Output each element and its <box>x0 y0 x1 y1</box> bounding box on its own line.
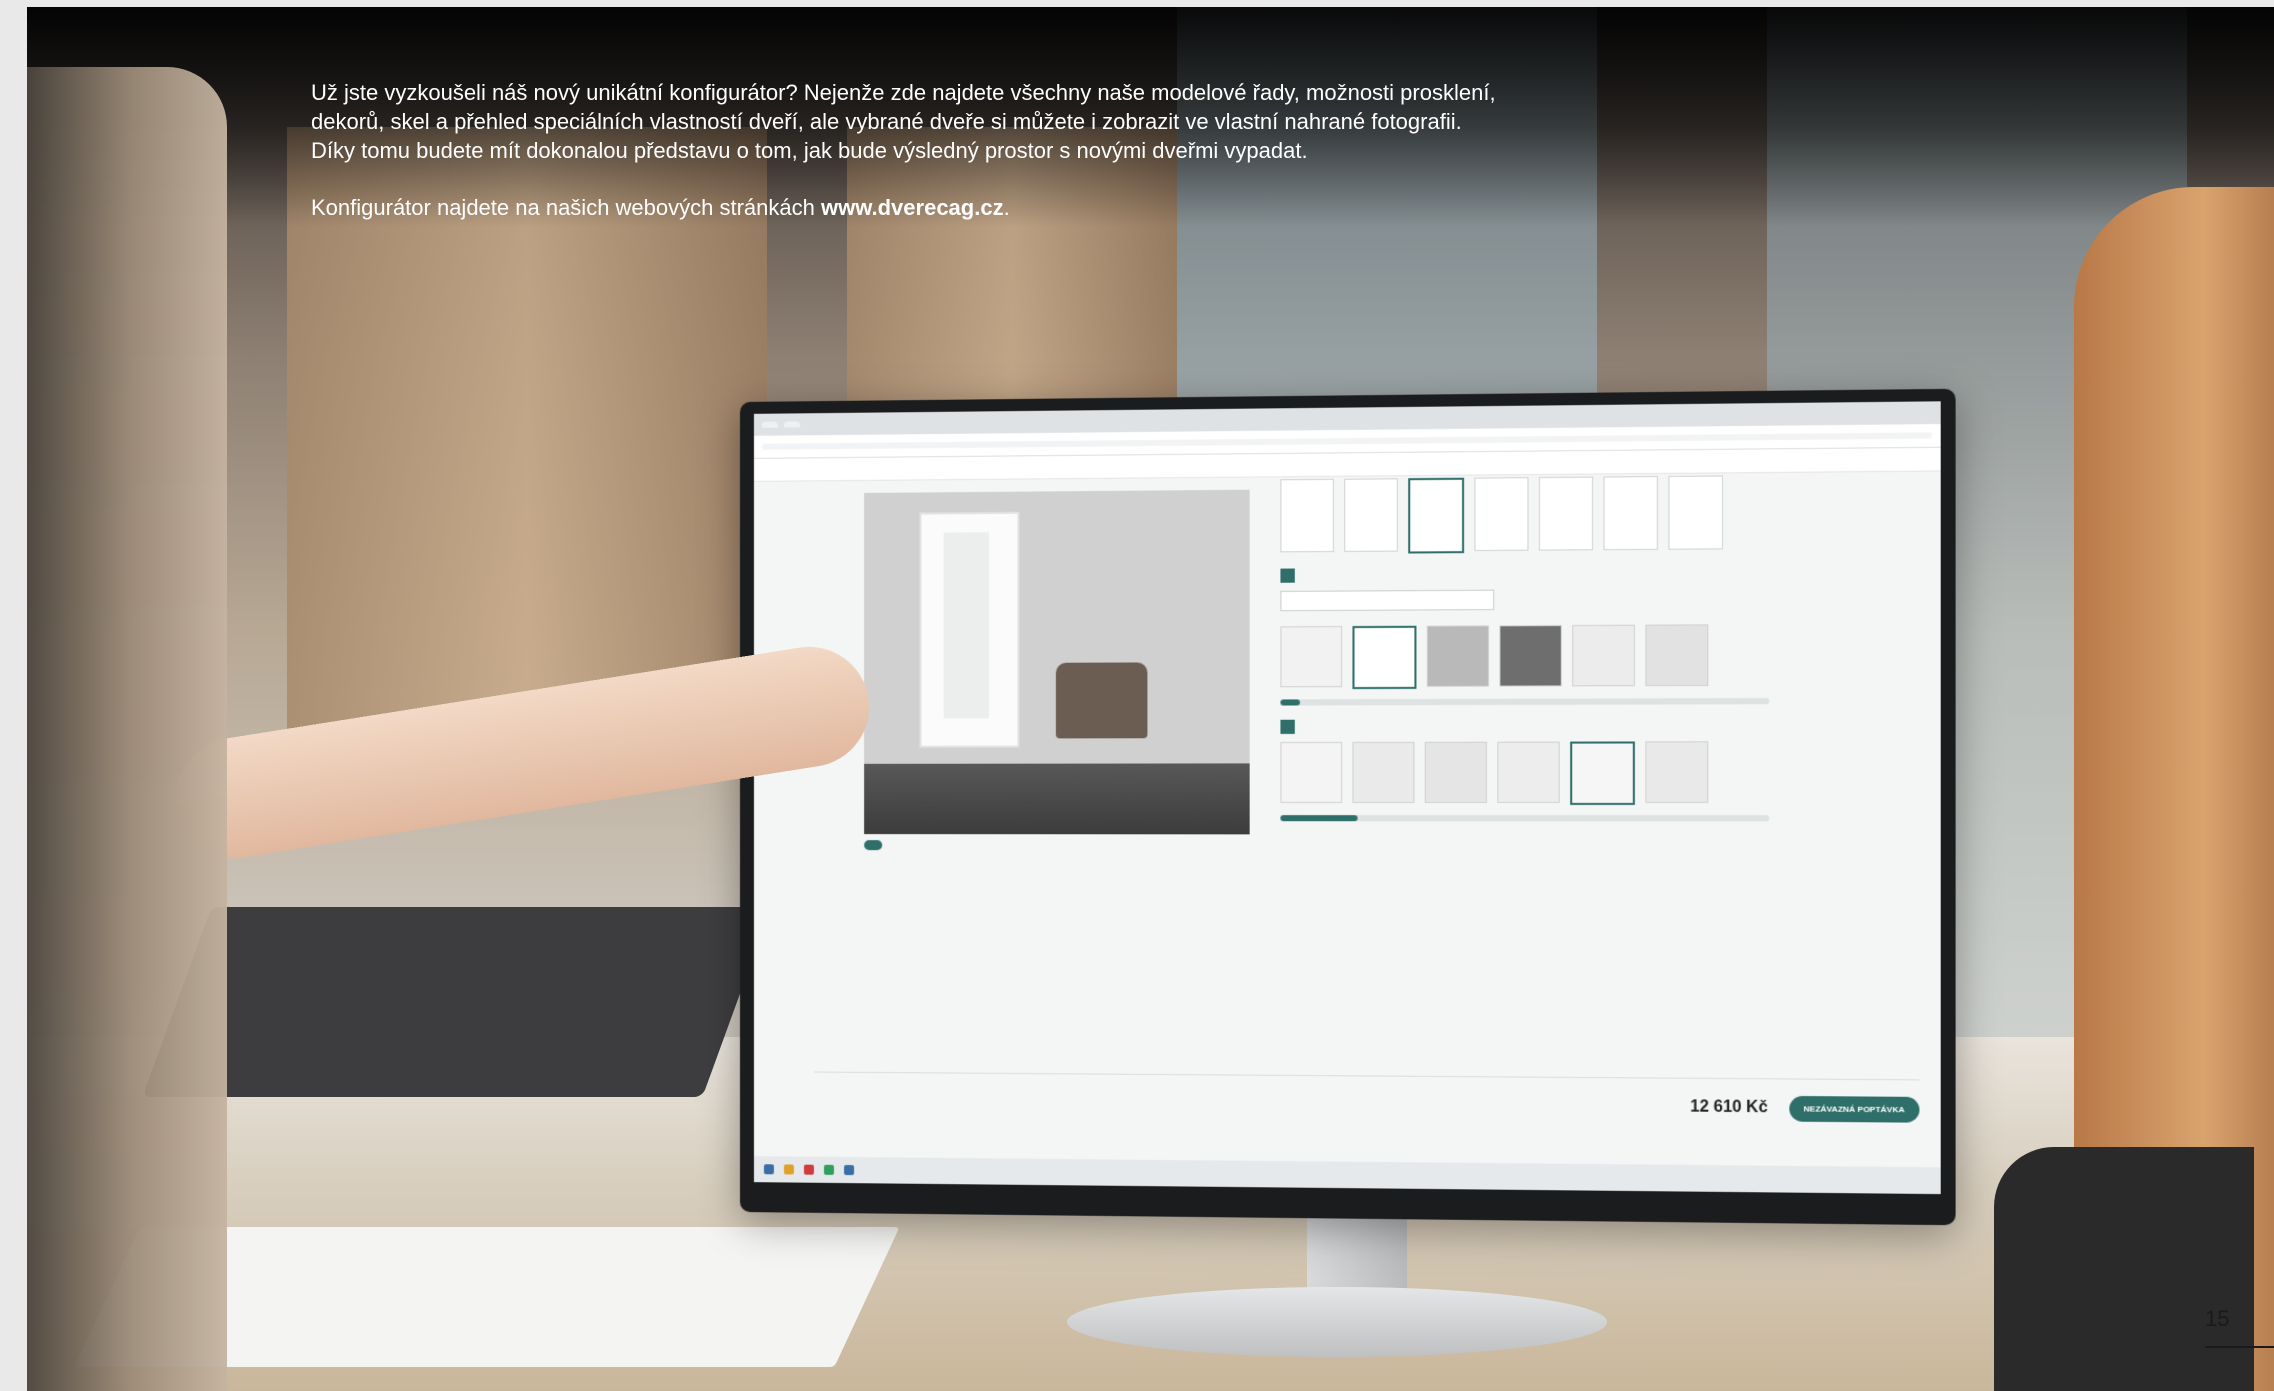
laptop <box>142 907 772 1097</box>
intro-line-3: Díky tomu budete mít dokonalou představu… <box>311 138 1308 163</box>
glass-section-head <box>1280 719 1769 734</box>
glass-swatch <box>1352 741 1415 803</box>
door-model-thumb <box>1344 478 1398 552</box>
decor-swatch <box>1499 625 1562 687</box>
preview-armchair <box>1055 662 1148 739</box>
door-model-thumb <box>1280 478 1334 553</box>
config-panel <box>1280 475 1770 968</box>
decor-scroll <box>1280 698 1770 706</box>
monitor-screen: 12 610 Kč NEZÁVAZNÁ POPTÁVKA <box>753 401 1941 1195</box>
glass-swatch <box>1497 741 1560 803</box>
door-image <box>919 511 1020 748</box>
decor-swatch <box>1280 626 1343 688</box>
glass-swatch-row <box>1280 741 1769 805</box>
glass-scroll-fill <box>1280 815 1358 822</box>
door-model-thumb <box>1603 476 1658 551</box>
intro-line-2: dekorů, skel a přehled speciálních vlast… <box>311 109 1462 134</box>
glass-swatch <box>1280 741 1343 803</box>
website-link[interactable]: www.dverecag.cz <box>821 195 1004 220</box>
decor-scroll-fill <box>1280 699 1300 706</box>
intro-text: Už jste vyzkoušeli náš nový unikátní kon… <box>311 78 1641 222</box>
preview-footer <box>864 836 1250 855</box>
decor-swatch-row <box>1280 624 1769 690</box>
price-value: 12 610 Kč <box>1690 1098 1768 1117</box>
page-number-rule <box>2205 1346 2274 1348</box>
glass-swatch-selected <box>1570 741 1635 805</box>
intro-line-1: Už jste vyzkoušeli náš nový unikátní kon… <box>311 80 1496 105</box>
section-number <box>1280 568 1295 583</box>
address-field <box>761 432 1933 450</box>
monitor: 12 610 Kč NEZÁVAZNÁ POPTÁVKA <box>740 388 1956 1226</box>
door-model-thumb <box>1668 475 1723 550</box>
door-model-thumb-selected <box>1408 477 1465 554</box>
taskbar-icon <box>763 1164 774 1175</box>
glass-scroll <box>1280 815 1770 822</box>
glass-swatch <box>1424 741 1487 803</box>
decor-swatch <box>1645 624 1709 687</box>
price-bar: 12 610 Kč NEZÁVAZNÁ POPTÁVKA <box>813 1071 1920 1132</box>
door-model-thumb <box>1474 477 1529 552</box>
monitor-stand-base <box>1067 1287 1607 1357</box>
options-summary <box>814 1101 1669 1108</box>
taskbar-icon <box>823 1164 835 1175</box>
website-prefix: Konfigurátor najdete na našich webových … <box>311 195 821 220</box>
browser-tab <box>783 421 800 428</box>
os-taskbar <box>753 1156 1941 1195</box>
price-box: 12 610 Kč <box>1690 1098 1768 1117</box>
door-preview <box>864 489 1250 835</box>
preview-floor <box>864 763 1250 835</box>
taskbar-icon <box>803 1164 814 1175</box>
door-model-row <box>1280 475 1769 554</box>
decor-section-head <box>1280 565 1769 583</box>
page-number: 15 <box>2205 1306 2230 1331</box>
person-left <box>27 67 227 1391</box>
glass-swatch <box>1645 741 1709 803</box>
preview-toggle <box>864 840 883 851</box>
taskbar-icon <box>783 1164 794 1175</box>
decor-swatch <box>1572 624 1635 687</box>
browser-tab <box>761 421 778 428</box>
door-model-thumb <box>1538 476 1594 551</box>
decor-swatch <box>1426 625 1489 687</box>
decor-select <box>1280 589 1495 612</box>
website-line: Konfigurátor najdete na našich webových … <box>311 193 1641 222</box>
inquiry-button: NEZÁVAZNÁ POPTÁVKA <box>1788 1095 1920 1123</box>
taskbar-icon <box>844 1164 855 1176</box>
section-number <box>1280 719 1295 734</box>
door-glass <box>943 532 990 719</box>
office-chair <box>1994 1147 2254 1391</box>
decor-swatch-selected <box>1352 625 1417 690</box>
website-suffix: . <box>1003 195 1010 220</box>
